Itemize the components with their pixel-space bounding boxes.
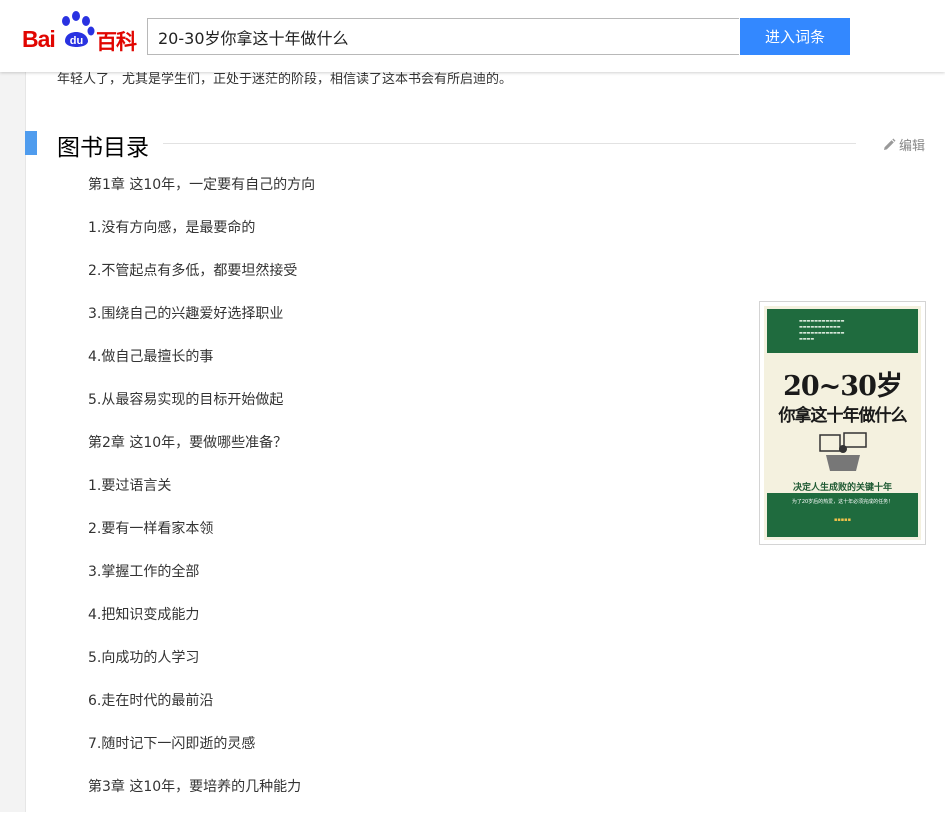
toc-item: 1.没有方向感，是最要命的 [88,220,256,236]
toc-item: 3.掌握工作的全部 [88,564,200,580]
paw-icon: du [62,11,95,47]
cover-title-line-1: 20~30岁 [783,371,903,402]
toc-item: 第1章 这10年，一定要有自己的方向 [88,177,316,193]
section-accent-bar [25,131,37,155]
edit-label: 编辑 [899,139,926,154]
pencil-icon [884,138,896,150]
toc-item: 2.要有一样看家本领 [88,521,214,537]
section-divider [163,143,856,144]
cover-illustration-icon [819,432,867,471]
cover-bottom-band: 为了20岁后的热爱，这十年必须完成的任务！ ▪▪▪▪▪ [767,493,918,537]
logo-text-du: du [70,35,83,47]
cover-subtitle: 决定人生成败的关键十年 [792,483,892,493]
cover-art: ▬▬▬▬▬▬▬▬▬▬▬▬ ▬▬▬▬▬▬▬▬▬▬▬ ▬▬▬▬▬▬▬▬▬▬▬▬ ▬▬▬▬ … [764,306,921,540]
logo-text-baike: 百科 [96,30,137,54]
logo-text-bai: Bai [22,26,56,52]
header-bar: Bai du 百科 进入词条 [0,0,945,72]
toc-item: 5.向成功的人学习 [88,650,200,666]
cover-title-line-2: 你拿这十年做什么 [778,406,908,426]
toc-item: 4.做自己最擅长的事 [88,349,214,365]
toc-item: 2.不管起点有多低，都要坦然接受 [88,263,298,279]
book-cover-image[interactable]: ▬▬▬▬▬▬▬▬▬▬▬▬ ▬▬▬▬▬▬▬▬▬▬▬ ▬▬▬▬▬▬▬▬▬▬▬▬ ▬▬▬▬ … [759,301,926,545]
toc-item: 第3章 这10年，要培养的几种能力 [88,779,302,795]
toc-item: 5.从最容易实现的目标开始做起 [88,392,284,408]
enter-entry-button[interactable]: 进入词条 [740,18,850,55]
cover-blurb-lines: ▬▬▬▬▬▬▬▬▬▬▬▬ ▬▬▬▬▬▬▬▬▬▬▬ ▬▬▬▬▬▬▬▬▬▬▬▬ ▬▬▬▬ [799,318,845,341]
table-of-contents: 第1章 这10年，一定要有自己的方向 1.没有方向感，是最要命的 2.不管起点有… [88,174,315,819]
toc-item: 1.要过语言关 [88,478,172,494]
toc-item: 3.围绕自己的兴趣爱好选择职业 [88,306,284,322]
cover-publisher-mark: ▪▪▪▪▪ [834,517,851,523]
toc-item: 7.随时记下一闪即逝的灵感 [88,736,256,752]
section-title: 图书目录 [57,135,149,161]
toc-item: 6.走在时代的最前沿 [88,693,214,709]
left-rail [0,0,26,812]
cover-bottom-text: 为了20岁后的热爱，这十年必须完成的任务！ [791,499,894,505]
toc-item: 第2章 这10年，要做哪些准备？ [88,435,288,451]
baidu-baike-logo[interactable]: Bai du 百科 [22,11,138,55]
cover-top-band: ▬▬▬▬▬▬▬▬▬▬▬▬ ▬▬▬▬▬▬▬▬▬▬▬ ▬▬▬▬▬▬▬▬▬▬▬▬ ▬▬▬▬ [767,309,918,353]
toc-item: 4.把知识变成能力 [88,607,200,623]
edit-button[interactable]: 编辑 [882,135,925,154]
search-input[interactable] [147,18,739,55]
